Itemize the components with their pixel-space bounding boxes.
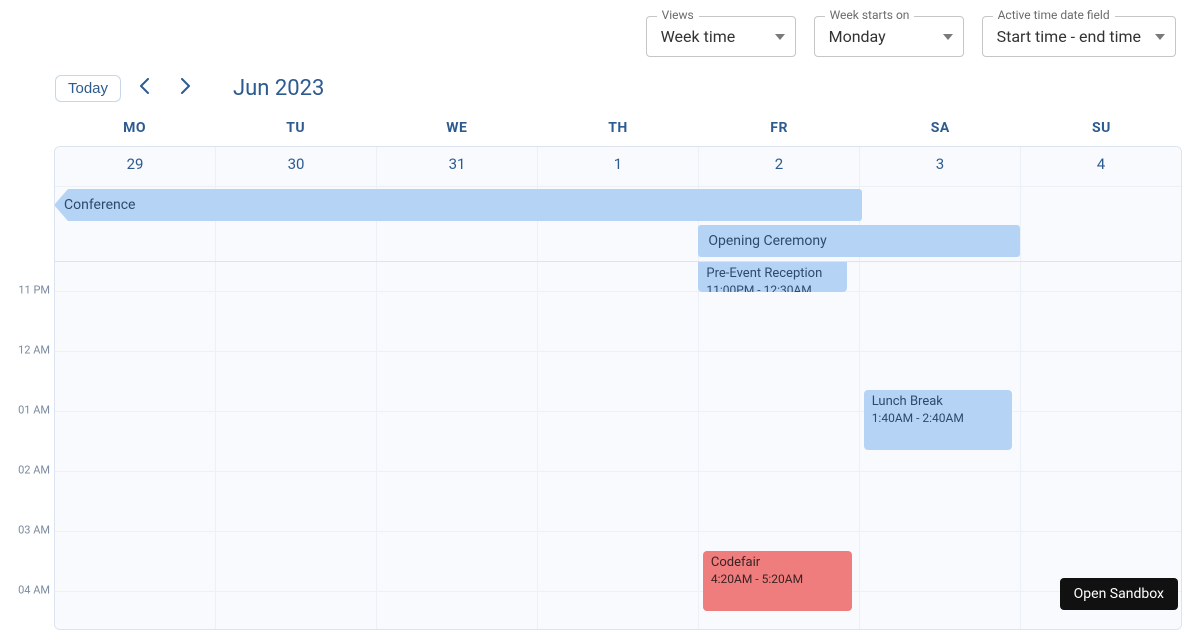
day-name: TU [215, 120, 376, 146]
event-title: Codefair [711, 555, 844, 572]
event-time: 11:00PM - 12:30AM [706, 283, 839, 292]
date-field-dropdown[interactable]: Active time date field Start time - end … [982, 16, 1176, 57]
event-pre-event-reception[interactable]: Pre-Event Reception 11:00PM - 12:30AM [698, 262, 847, 292]
event-conference[interactable]: Conference [54, 189, 862, 221]
date-cell[interactable]: 3 [860, 147, 1021, 186]
week-starts-dropdown-value: Monday [829, 27, 886, 46]
day-name: FR [699, 120, 860, 146]
date-cell[interactable]: 2 [699, 147, 860, 186]
prev-week-button[interactable] [129, 72, 161, 104]
time-label: 01 AM [18, 404, 50, 417]
date-cell[interactable]: 30 [216, 147, 377, 186]
time-label: 11 PM [18, 284, 50, 297]
current-month-label: Jun 2023 [233, 76, 324, 101]
open-sandbox-button[interactable]: Open Sandbox [1060, 578, 1178, 610]
week-starts-dropdown-label: Week starts on [825, 8, 915, 22]
event-time: 4:20AM - 5:20AM [711, 572, 844, 588]
event-time: 1:40AM - 2:40AM [872, 411, 1005, 427]
chevron-down-icon [775, 34, 785, 40]
event-title: Pre-Event Reception [706, 266, 839, 283]
views-dropdown-value: Week time [661, 27, 736, 46]
chevron-right-icon [180, 78, 190, 98]
time-label: 02 AM [18, 464, 50, 477]
date-cell[interactable]: 31 [377, 147, 538, 186]
day-name: SA [860, 120, 1021, 146]
date-field-dropdown-value: Start time - end time [997, 27, 1141, 46]
today-button[interactable]: Today [55, 75, 121, 102]
event-lunch-break[interactable]: Lunch Break 1:40AM - 2:40AM [864, 390, 1013, 450]
day-name: WE [376, 120, 537, 146]
day-name: TH [537, 120, 698, 146]
chevron-left-icon [140, 78, 150, 98]
event-title: Conference [64, 197, 135, 213]
date-cell[interactable]: 1 [538, 147, 699, 186]
next-week-button[interactable] [169, 72, 201, 104]
chevron-down-icon [1155, 34, 1165, 40]
event-codefair[interactable]: Codefair 4:20AM - 5:20AM [703, 551, 852, 611]
week-starts-dropdown[interactable]: Week starts on Monday [814, 16, 964, 57]
views-dropdown[interactable]: Views Week time [646, 16, 796, 57]
time-label: 12 AM [18, 344, 50, 357]
event-title: Opening Ceremony [708, 233, 826, 249]
views-dropdown-label: Views [657, 8, 699, 22]
date-field-dropdown-label: Active time date field [993, 8, 1115, 22]
event-opening-ceremony[interactable]: Opening Ceremony [698, 225, 1020, 257]
time-label: 03 AM [18, 524, 50, 537]
day-name: MO [54, 120, 215, 146]
date-cell[interactable]: 29 [55, 147, 216, 186]
time-label: 04 AM [18, 584, 50, 597]
date-cell[interactable]: 4 [1021, 147, 1181, 186]
chevron-down-icon [943, 34, 953, 40]
event-title: Lunch Break [872, 394, 1005, 411]
day-name: SU [1021, 120, 1182, 146]
